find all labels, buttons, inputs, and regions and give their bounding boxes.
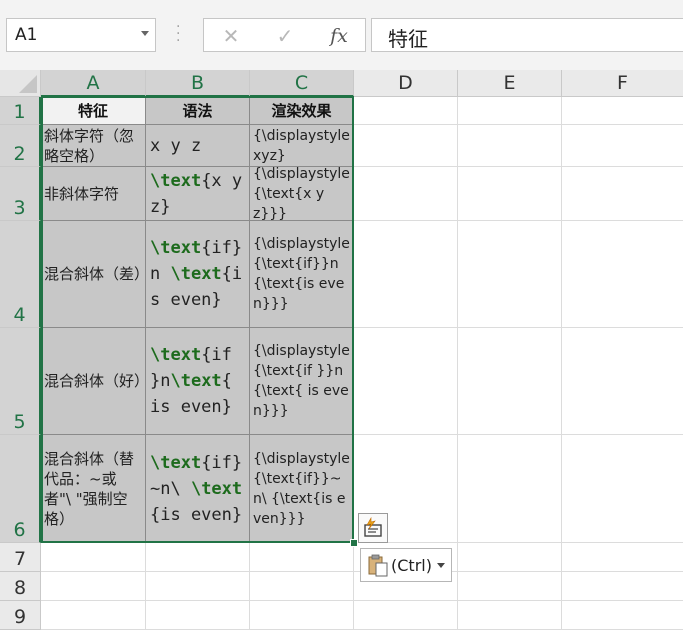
cell-b4[interactable]: \text{if} n \text{is even} <box>146 221 250 328</box>
column-header-a[interactable]: A <box>41 70 146 97</box>
syntax-text: \text{if} n \text{is even} <box>150 235 245 313</box>
select-all-triangle <box>19 75 37 93</box>
syntax-text: \text{if}~n\ \text{is even} <box>150 450 245 528</box>
syntax-text: x y z <box>150 133 201 159</box>
gridline <box>354 220 683 221</box>
syntax-text: \text{x y z} <box>150 168 245 220</box>
cell-c6[interactable]: {\displaystyle {\text{if}}~n\ {\text{is … <box>250 435 354 543</box>
row-header-1[interactable]: 1 <box>0 97 41 125</box>
cell-b1[interactable]: 语法 <box>146 97 250 125</box>
formula-content: 特征 <box>388 27 428 51</box>
cell-b6[interactable]: \text{if}~n\ \text{is even} <box>146 435 250 543</box>
syntax-keyword: \text <box>190 478 243 499</box>
formula-buttons: ✕ ✓ fx <box>203 18 366 52</box>
flash-fill-icon[interactable] <box>358 513 388 543</box>
clipboard-icon <box>367 553 389 577</box>
gridline <box>354 166 683 167</box>
column-header-d[interactable]: D <box>354 70 458 97</box>
column-header-c[interactable]: C <box>250 70 354 97</box>
gridline <box>41 600 683 601</box>
fill-handle[interactable] <box>350 539 358 547</box>
cell-c2[interactable]: {\displaystyle xyz} <box>250 125 354 167</box>
cell-c4[interactable]: {\displaystyle {\text{if}}n{\text{is eve… <box>250 221 354 328</box>
syntax-keyword: \text <box>170 264 222 284</box>
row-header-5[interactable]: 5 <box>0 328 41 435</box>
gridline <box>354 327 683 328</box>
syntax-keyword: \text <box>150 170 202 191</box>
row-header-9[interactable]: 9 <box>0 601 41 630</box>
syntax-keyword: \text <box>170 371 222 391</box>
column-header-f[interactable]: F <box>562 70 683 97</box>
row-header-8[interactable]: 8 <box>0 572 41 601</box>
enter-icon[interactable]: ✓ <box>270 23 300 49</box>
gridline <box>353 543 354 630</box>
row-header-2[interactable]: 2 <box>0 125 41 167</box>
cell-c3[interactable]: {\displaystyle {\text{x y z}}} <box>250 167 354 221</box>
insert-function-icon[interactable]: fx <box>324 23 354 49</box>
chevron-down-icon[interactable] <box>141 31 149 36</box>
cell-c5[interactable]: {\displaystyle {\text{if }}n{\text{ is e… <box>250 328 354 435</box>
cell-a3[interactable]: 非斜体字符 <box>41 167 146 221</box>
syntax-keyword: \text <box>150 238 202 258</box>
row-header-7[interactable]: 7 <box>0 543 41 572</box>
drag-grip-icon[interactable]: · · · <box>176 20 180 48</box>
gridline <box>561 97 562 630</box>
paste-options-button[interactable]: (Ctrl) <box>360 548 452 582</box>
name-box[interactable]: A1 <box>6 18 156 52</box>
syntax-literal: {is even} <box>150 504 243 525</box>
cell-b5[interactable]: \text{if }n\text{ is even} <box>146 328 250 435</box>
cell-b2[interactable]: x y z <box>146 125 250 167</box>
column-header-b[interactable]: B <box>146 70 250 97</box>
syntax-literal: x y z <box>150 135 202 156</box>
gridline <box>249 543 250 630</box>
name-box-value: A1 <box>15 25 38 45</box>
formula-input[interactable]: 特征 <box>371 18 683 52</box>
syntax-keyword: \text <box>150 452 202 473</box>
cell-a4[interactable]: 混合斜体（差） <box>41 221 146 328</box>
cancel-icon[interactable]: ✕ <box>216 23 246 49</box>
cell-a1[interactable]: 特征 <box>41 97 146 125</box>
gridline <box>354 124 683 125</box>
select-all-button[interactable] <box>0 70 41 97</box>
column-header-e[interactable]: E <box>458 70 562 97</box>
row-header-3[interactable]: 3 <box>0 167 41 221</box>
syntax-text: \text{if }n\text{ is even} <box>150 342 245 420</box>
gridline <box>457 97 458 630</box>
syntax-keyword: \text <box>150 345 202 365</box>
row-header-4[interactable]: 4 <box>0 221 41 328</box>
cell-b3[interactable]: \text{x y z} <box>146 167 250 221</box>
formula-bar-area: A1 · · · ✕ ✓ fx 特征 <box>0 0 683 71</box>
gridline <box>354 434 683 435</box>
cell-a6[interactable]: 混合斜体（替代品：~或者"\ "强制空格） <box>41 435 146 543</box>
paste-options-label: (Ctrl) <box>391 555 432 575</box>
cell-a5[interactable]: 混合斜体（好） <box>41 328 146 435</box>
gridline <box>145 543 146 630</box>
cell-a2[interactable]: 斜体字符（忽略空格） <box>41 125 146 167</box>
chevron-down-icon <box>436 562 445 568</box>
cell-c1[interactable]: 渲染效果 <box>250 97 354 125</box>
row-header-6[interactable]: 6 <box>0 435 41 543</box>
